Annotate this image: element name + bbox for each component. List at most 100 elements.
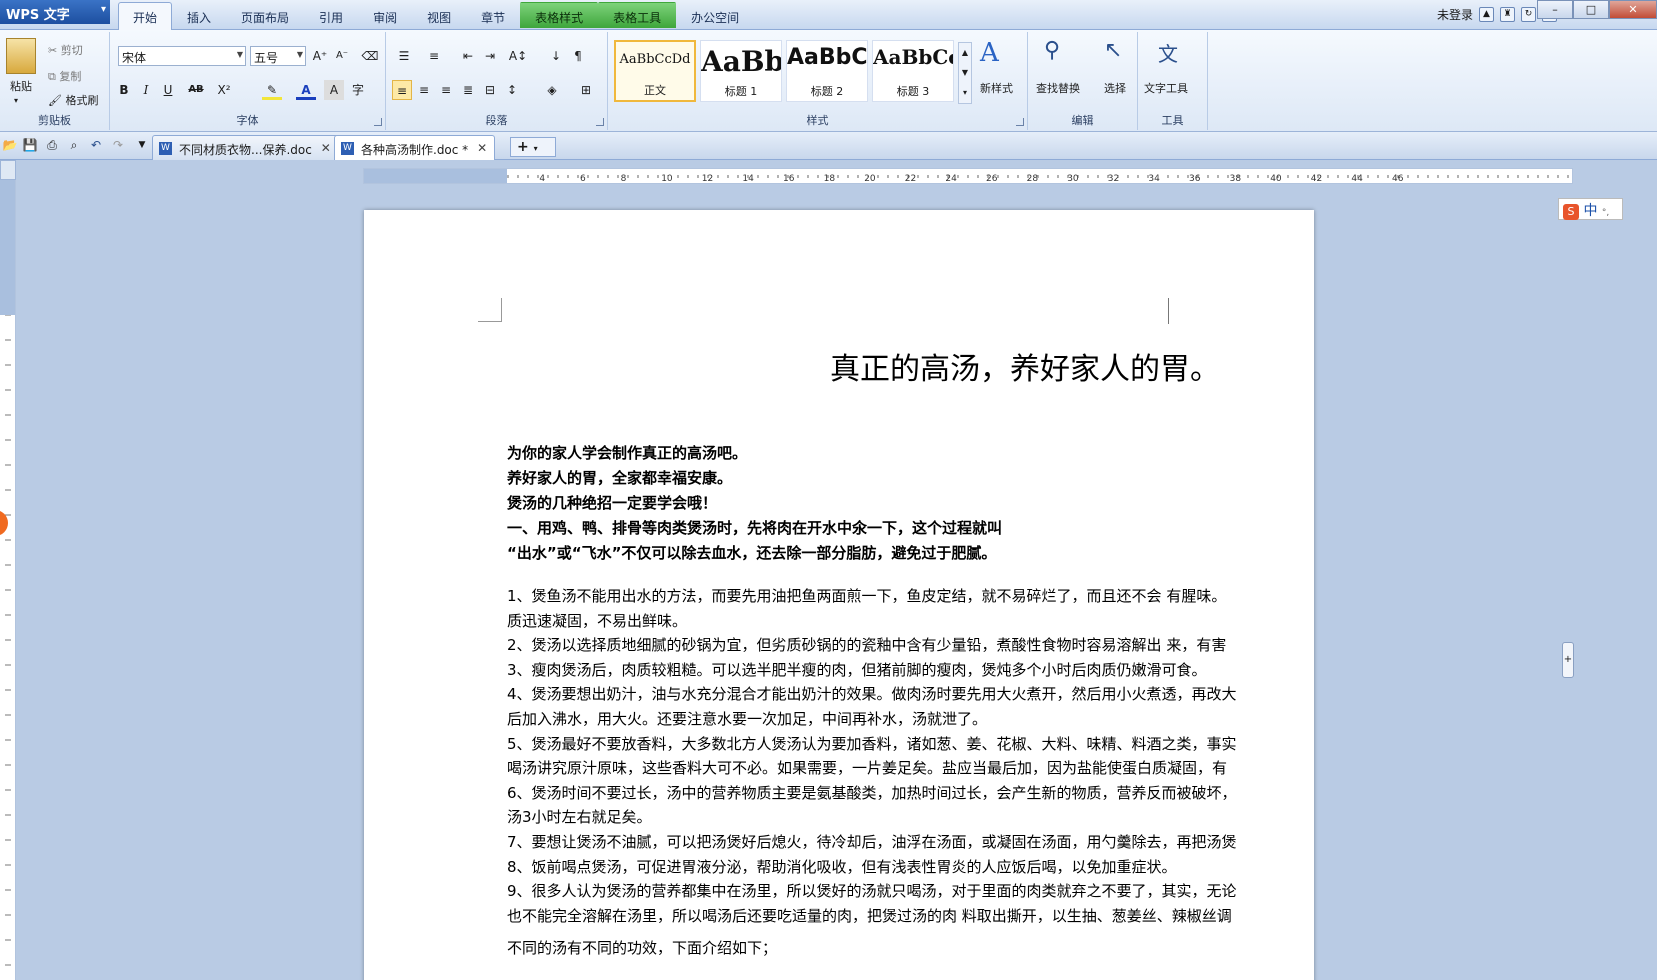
feedback-icon[interactable]: ↻	[1521, 7, 1536, 22]
print-icon[interactable]: ⎙	[44, 137, 60, 153]
style-item[interactable]: AaBbC(标题 2	[786, 40, 868, 102]
bold-paragraph-line[interactable]: 养好家人的胃，全家都幸福安康。	[507, 467, 732, 488]
increase-indent-icon[interactable]: ⇥	[480, 46, 500, 66]
shading-icon[interactable]: ◈	[542, 80, 562, 100]
minimize-ribbon-icon[interactable]: ▲	[1479, 7, 1494, 22]
format-painter-button[interactable]: 🖌 格式刷	[48, 92, 98, 108]
justify-icon[interactable]: ≣	[458, 80, 478, 100]
paragraph-dialog-launcher-icon[interactable]	[596, 118, 604, 126]
horizontal-ruler[interactable]: 6422468101214161820222426283032343638404…	[363, 168, 1573, 184]
find-replace-button[interactable]: 查找替换	[1036, 80, 1080, 96]
menu-tab[interactable]: 表格样式	[520, 2, 599, 28]
paragraph-line[interactable]: 1、煲鱼汤不能用出水的方法，而要先用油把鱼两面煎一下，鱼皮定结，就不易碎烂了，而…	[507, 585, 1226, 606]
paragraph-line[interactable]: 7、要想让煲汤不油腻，可以把汤煲好后熄火，待冷却后，油浮在汤面，或凝固在汤面，用…	[507, 831, 1237, 852]
ime-indicator[interactable]: S 中 °,	[1558, 198, 1623, 220]
menu-tab[interactable]: 插入	[172, 2, 226, 28]
char-shading-icon[interactable]: A	[324, 80, 344, 100]
text-tools-button[interactable]: 文字工具	[1144, 80, 1188, 96]
login-status[interactable]: 未登录	[1437, 6, 1473, 23]
bold-icon[interactable]: B	[114, 80, 134, 100]
new-style-icon[interactable]: A	[980, 38, 999, 68]
menu-tab[interactable]: 审阅	[358, 2, 412, 28]
menu-tab[interactable]: 页面布局	[226, 2, 304, 28]
align-right-icon[interactable]: ≡	[436, 80, 456, 100]
menu-tab[interactable]: 开始	[118, 2, 173, 31]
customize-toolbar-icon[interactable]: ▼	[134, 137, 150, 153]
close-tab-icon[interactable]: ✕	[321, 141, 331, 155]
italic-icon[interactable]: I	[136, 80, 156, 100]
skin-icon[interactable]: ♜	[1500, 7, 1515, 22]
phonetic-icon[interactable]: 字	[348, 80, 368, 100]
print-preview-icon[interactable]: ⌕	[66, 137, 82, 153]
minimize-button[interactable]: –	[1537, 0, 1573, 19]
paragraph-line[interactable]: 3、瘦肉煲汤后，肉质较粗糙。可以选半肥半瘦的肉，但猪前脚的瘦肉，煲炖多个小时后肉…	[507, 659, 1207, 680]
underline-icon[interactable]: U	[158, 80, 178, 100]
paragraph-line[interactable]: 汤3小时左右就足矣。	[507, 806, 652, 827]
cut-button[interactable]: ✂ 剪切	[48, 42, 83, 58]
grow-font-icon[interactable]: A⁺	[310, 46, 330, 66]
gallery-scroll-icon[interactable]: ▲ ▼ ▾	[958, 42, 972, 104]
paste-chevron-icon[interactable]: ▾	[14, 96, 18, 105]
app-menu-button[interactable]: WPS 文字 ▾	[0, 0, 110, 24]
ruler-tab-selector[interactable]	[0, 160, 16, 180]
text-tools-icon[interactable]: 文	[1158, 38, 1178, 67]
paragraph-line[interactable]: 2、煲汤以选择质地细腻的砂锅为宜，但劣质砂锅的的瓷釉中含有少量铅，煮酸性食物时容…	[507, 634, 1226, 655]
align-left-icon[interactable]: ≡	[392, 80, 412, 100]
clipboard-icon[interactable]	[6, 38, 36, 74]
decrease-indent-icon[interactable]: ⇤	[458, 46, 478, 66]
menu-tab[interactable]: 引用	[304, 2, 358, 28]
clear-format-icon[interactable]: ⌫	[360, 46, 380, 66]
save-icon[interactable]: 💾	[22, 137, 38, 153]
menu-tab[interactable]: 办公空间	[676, 2, 754, 28]
style-item[interactable]: AaBbCc 标题 3	[872, 40, 954, 102]
copy-button[interactable]: ⧉ 复制	[48, 68, 81, 84]
font-dialog-launcher-icon[interactable]	[374, 118, 382, 126]
distribute-icon[interactable]: ⊟	[480, 80, 500, 100]
document-tab[interactable]: W 各种高汤制作.doc * ✕	[334, 135, 496, 160]
binoculars-icon[interactable]: ⚲	[1044, 38, 1060, 63]
new-tab-button[interactable]: + ▾	[510, 137, 556, 157]
paragraph-line[interactable]: 9、很多人认为煲汤的营养都集中在汤里，所以煲好的汤就只喝汤，对于里面的肉类就弃之…	[507, 880, 1237, 901]
undo-icon[interactable]: ↶	[88, 137, 104, 153]
maximize-button[interactable]: □	[1573, 0, 1609, 19]
bold-paragraph-line[interactable]: 一、用鸡、鸭、排骨等肉类煲汤时，先将肉在开水中氽一下，这个过程就叫	[507, 517, 1002, 538]
font-color-icon[interactable]: A	[296, 80, 316, 100]
document-tab[interactable]: W 不同材质衣物...保养.doc ✕	[152, 135, 339, 160]
bold-paragraph-line[interactable]: 煲汤的几种绝招一定要学会哦！	[507, 492, 717, 513]
shrink-font-icon[interactable]: A⁻	[332, 46, 352, 66]
menu-tab[interactable]: 表格工具	[598, 2, 677, 28]
paragraph-line[interactable]: 8、饭前喝点煲汤，可促进胃液分泌，帮助消化吸收，但有浅表性胃炎的人应饭后喝，以免…	[507, 856, 1177, 877]
document-title[interactable]: 真正的高汤，养好家人的胃。	[830, 344, 1220, 388]
paragraph-line[interactable]: 也不能完全溶解在汤里，所以喝汤后还要吃适量的肉，把煲过汤的肉 料取出撕开，以生抽…	[507, 905, 1232, 926]
menu-tab[interactable]: 章节	[466, 2, 520, 28]
menu-tab[interactable]: 视图	[412, 2, 466, 28]
redo-icon[interactable]: ↷	[110, 137, 126, 153]
style-item[interactable]: AaBbCcDd 正文	[614, 40, 696, 102]
line-spacing-icon[interactable]: ↕	[502, 80, 522, 100]
paragraph-line[interactable]: 5、煲汤最好不要放香料，大多数北方人煲汤认为要加香料，诸如葱、姜、花椒、大料、味…	[507, 733, 1237, 754]
side-panel-handle[interactable]: +	[1562, 642, 1574, 678]
paragraph-line[interactable]: 后加入沸水，用大火。还要注意水要一次加足，中间再补水，汤就泄了。	[507, 708, 987, 729]
style-item[interactable]: AaBb(标题 1	[700, 40, 782, 102]
show-marks-icon[interactable]: ¶	[568, 46, 588, 66]
paragraph-line[interactable]: 4、煲汤要想出奶汁，油与水充分混合才能出奶汁的效果。做肉汤时要先用大火煮开，然后…	[507, 683, 1237, 704]
open-folder-icon[interactable]: 📂	[2, 137, 18, 153]
bullet-list-icon[interactable]: ☰	[394, 46, 414, 66]
select-button[interactable]: 选择	[1104, 80, 1126, 96]
font-name-select[interactable]: 宋体 ▼	[118, 46, 246, 66]
cursor-arrow-icon[interactable]: ↖	[1104, 38, 1122, 63]
close-tab-icon[interactable]: ✕	[477, 141, 487, 155]
numbered-list-icon[interactable]: ≡	[424, 46, 444, 66]
paragraph-line[interactable]: 6、煲汤时间不要过长，汤中的营养物质主要是氨基酸类，加热时间过长，会产生新的物质…	[507, 782, 1237, 803]
bold-paragraph-line[interactable]: “出水”或“飞水”不仅可以除去血水，还去除一部分脂肪，避免过于肥腻。	[507, 542, 996, 563]
document-page[interactable]: 真正的高汤，养好家人的胃。 为你的家人学会制作真正的高汤吧。 养好家人的胃，全家都…	[364, 210, 1314, 980]
paragraph-line[interactable]: 不同的汤有不同的功效，下面介绍如下；	[507, 937, 777, 958]
superscript-icon[interactable]: X²	[214, 80, 234, 100]
font-size-select[interactable]: 五号 ▼	[250, 46, 306, 66]
bold-paragraph-line[interactable]: 为你的家人学会制作真正的高汤吧。	[507, 442, 747, 463]
sort-icon[interactable]: ↓	[546, 46, 566, 66]
styles-dialog-launcher-icon[interactable]	[1016, 118, 1024, 126]
paragraph-line[interactable]: 喝汤讲究原汁原味，这些香料大可不必。如果需要，一片姜足矣。盐应当最后加，因为盐能…	[507, 757, 1227, 778]
text-direction-icon[interactable]: A↕	[508, 46, 528, 66]
align-center-icon[interactable]: ≡	[414, 80, 434, 100]
